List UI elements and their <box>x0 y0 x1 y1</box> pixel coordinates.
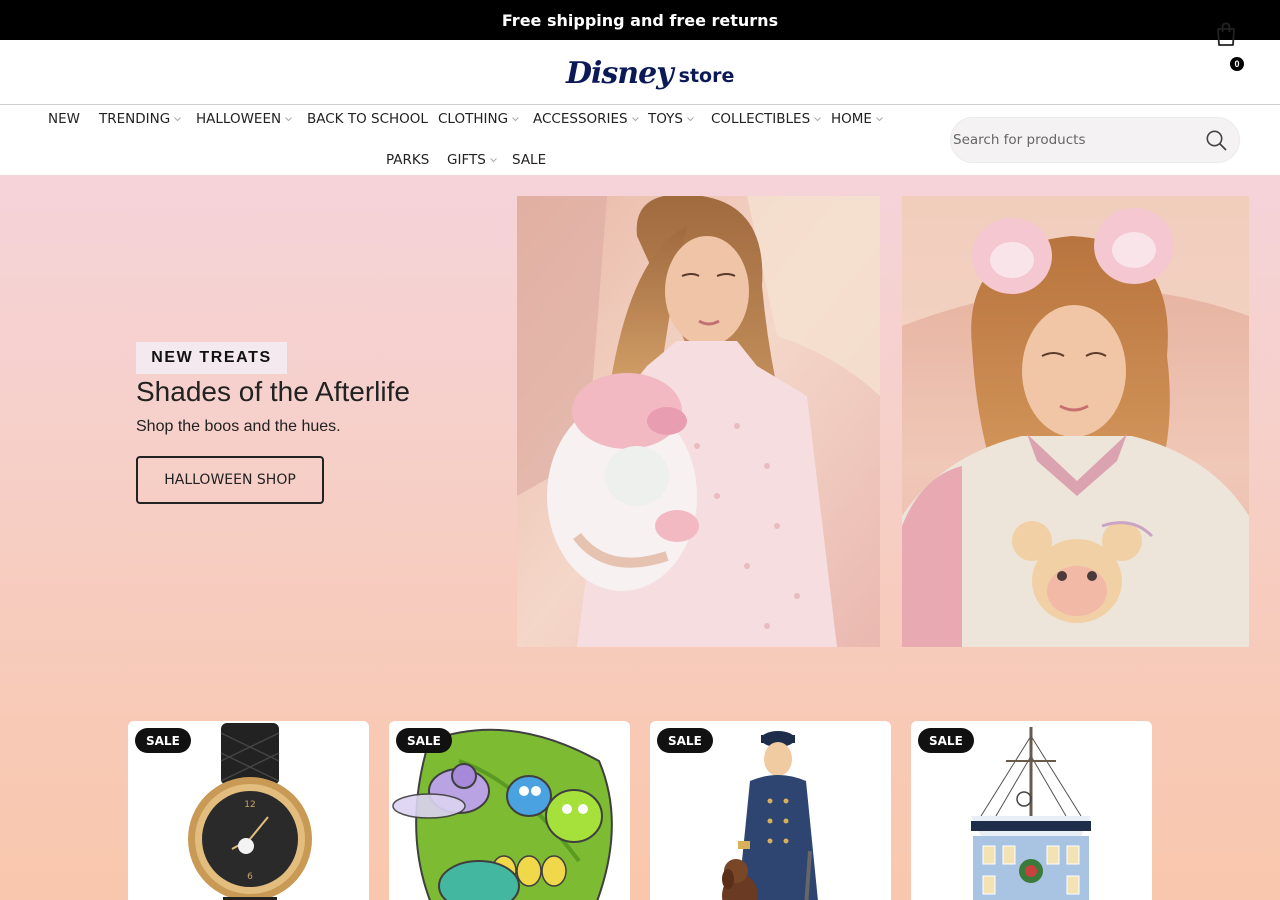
nav-item-gifts[interactable]: GIFTS <box>447 150 498 170</box>
nav-label: GIFTS <box>447 152 486 168</box>
chevron-down-icon <box>489 155 498 165</box>
search-icon[interactable] <box>1205 129 1227 151</box>
nav-label: TOYS <box>648 111 683 127</box>
nav-label: ACCESSORIES <box>533 111 628 127</box>
chevron-down-icon <box>631 114 640 124</box>
chevron-down-icon <box>686 114 695 124</box>
product-card[interactable]: SALE <box>911 721 1152 900</box>
search-box <box>950 117 1240 163</box>
disney-store-logo[interactable]: Disney store <box>566 50 734 94</box>
hero-title: Shades of the Afterlife <box>136 376 410 407</box>
chevron-down-icon <box>284 114 293 124</box>
nav-label: COLLECTIBLES <box>711 111 811 127</box>
logo-disney-text: Disney <box>566 56 674 91</box>
nav-item-accessories[interactable]: ACCESSORIES <box>533 109 640 129</box>
nav-item-halloween[interactable]: HALLOWEEN <box>196 109 293 129</box>
sale-badge: SALE <box>657 728 713 753</box>
search-input[interactable] <box>953 118 1193 162</box>
nav-item-back-to-school[interactable]: BACK TO SCHOOL <box>307 109 428 129</box>
sale-badge: SALE <box>396 728 452 753</box>
promo-text: Free shipping and free returns <box>501 10 779 30</box>
nav-item-sale[interactable]: SALE <box>512 150 546 170</box>
product-card[interactable]: SALE <box>389 721 630 900</box>
product-card[interactable]: SALE <box>650 721 891 900</box>
chevron-down-icon <box>511 114 520 124</box>
nav-label: PARKS <box>386 152 430 168</box>
chevron-down-icon <box>173 114 182 124</box>
cart-button[interactable] <box>1212 20 1240 48</box>
hero-subtitle: Shop the boos and the hues. <box>136 418 341 435</box>
sale-badge: SALE <box>135 728 191 753</box>
svg-text:12: 12 <box>244 800 255 810</box>
hero-photo-pajamas[interactable] <box>517 196 880 647</box>
nav-label: SALE <box>512 152 547 168</box>
halloween-shop-button[interactable]: HALLOWEEN SHOP <box>136 456 324 504</box>
nav-item-new[interactable]: NEW <box>48 109 80 129</box>
nav-label: TRENDING <box>99 111 171 127</box>
nav-item-collectibles[interactable]: COLLECTIBLES <box>711 109 822 129</box>
nav-label: HALLOWEEN <box>196 111 282 127</box>
chevron-down-icon <box>813 114 822 124</box>
sale-badge: SALE <box>918 728 974 753</box>
nav-item-parks[interactable]: PARKS <box>386 150 429 170</box>
nav-item-clothing[interactable]: CLOTHING <box>438 109 520 129</box>
nav-item-home[interactable]: HOME <box>831 109 884 129</box>
svg-text:6: 6 <box>247 872 253 882</box>
promo-bar: Free shipping and free returns <box>0 0 1280 40</box>
cart-count-badge: 0 <box>1230 57 1244 71</box>
hero-photo-sweatshirt[interactable] <box>902 196 1249 647</box>
site-header: Disney store <box>0 40 1280 105</box>
nav-label: BACK TO SCHOOL <box>307 111 428 127</box>
nav-item-toys[interactable]: TOYS <box>648 109 695 129</box>
nav-label: HOME <box>831 111 872 127</box>
nav-label: NEW <box>48 111 80 127</box>
logo-store-text: store <box>678 65 735 87</box>
nav-item-trending[interactable]: TRENDING <box>99 109 182 129</box>
nav-label: CLOTHING <box>438 111 509 127</box>
chevron-down-icon <box>875 114 884 124</box>
product-card[interactable]: SALE 12 6 <box>128 721 369 900</box>
shopping-bag-icon <box>1217 22 1235 46</box>
hero-tag: NEW TREATS <box>136 342 287 374</box>
